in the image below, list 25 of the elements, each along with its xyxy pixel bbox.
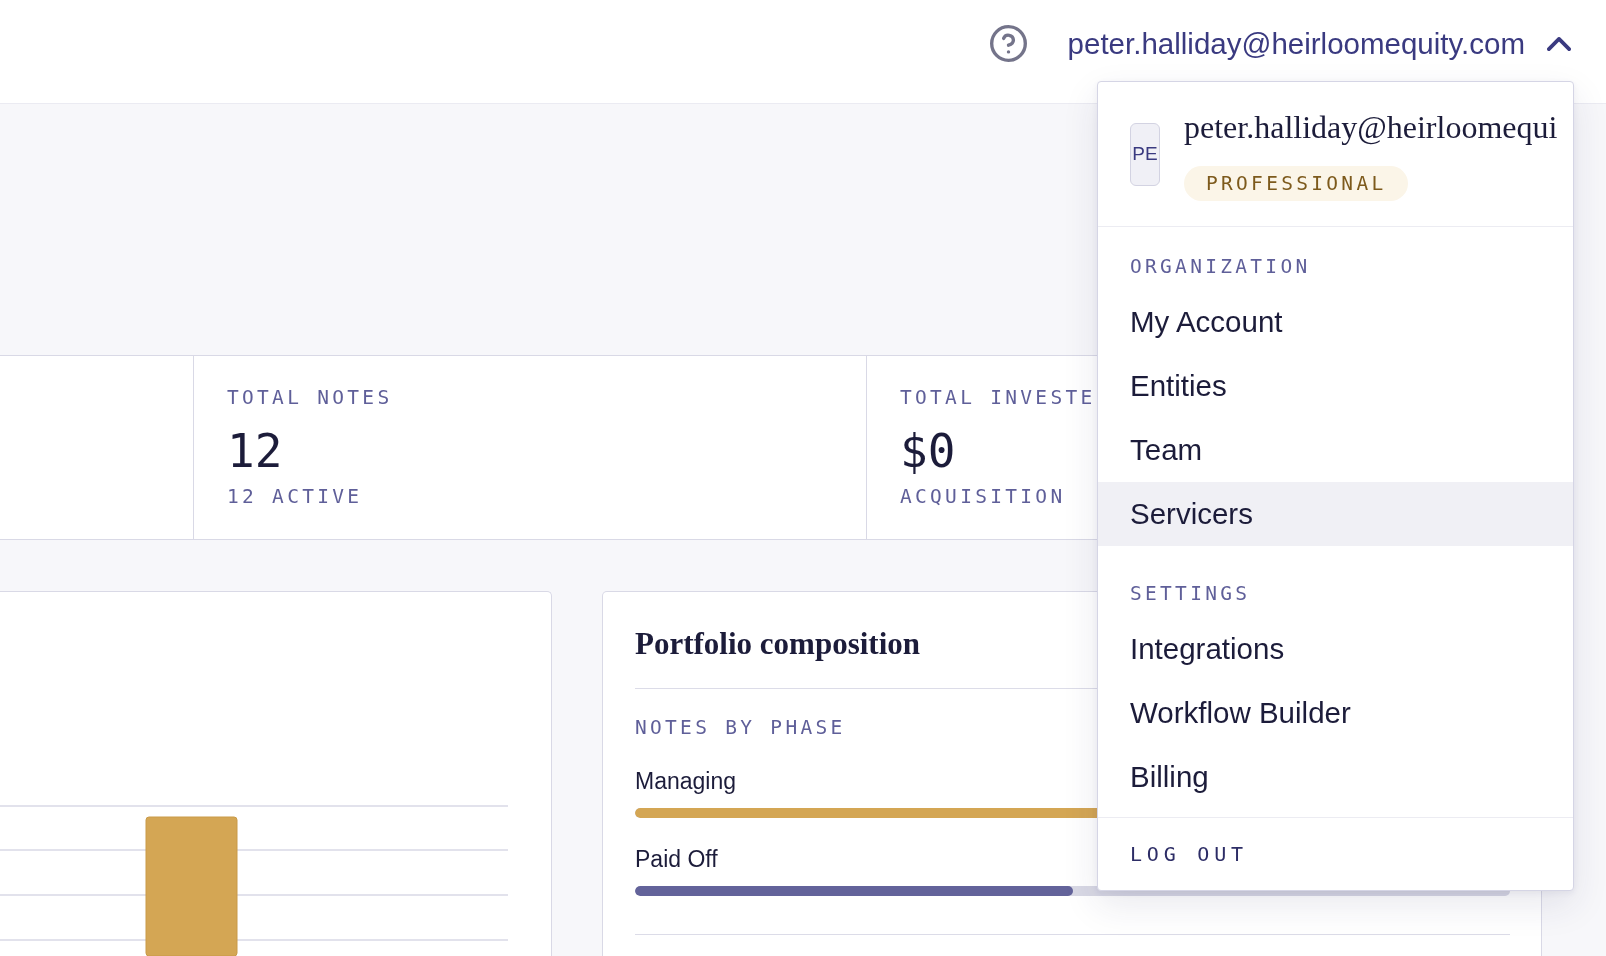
stat-value: 12 [227, 425, 283, 477]
plan-badge: PROFESSIONAL [1184, 166, 1409, 201]
menu-section-heading: SETTINGS [1129, 582, 1252, 606]
menu-item[interactable]: Entities [1098, 354, 1573, 418]
menu-item[interactable]: Integrations [1098, 617, 1573, 681]
phase-label: Paid Off [635, 845, 718, 874]
stat-subtext: 12 ACTIVE [227, 485, 363, 509]
stat-label: TOTAL NOTES [227, 386, 393, 410]
logout-button[interactable]: LOG OUT [1098, 818, 1573, 890]
menu-item[interactable]: Workflow Builder [1098, 681, 1573, 745]
user-avatar: PE [1130, 122, 1160, 186]
phase-label: Managing [635, 767, 737, 796]
user-menu-button[interactable]: peter.halliday@heirloomequity.com [1067, 25, 1571, 62]
stat-subtext: ACQUISITION [900, 485, 1066, 509]
user-email: peter.halliday@heirloomequi [1184, 108, 1558, 147]
stat-label: TOTAL INVESTE [900, 386, 1096, 410]
help-icon[interactable] [989, 25, 1027, 62]
stat-value: $0 [900, 425, 956, 477]
menu-item[interactable]: Team [1098, 418, 1573, 482]
menu-item[interactable]: Servicers [1098, 482, 1573, 546]
card-title: Portfolio composition [635, 625, 920, 663]
menu-item[interactable]: Billing [1098, 745, 1573, 809]
section-label: NOTES BY PHASE [635, 716, 846, 740]
menu-section-heading: ORGANIZATION [1129, 255, 1312, 279]
menu-item[interactable]: My Account [1098, 290, 1573, 354]
